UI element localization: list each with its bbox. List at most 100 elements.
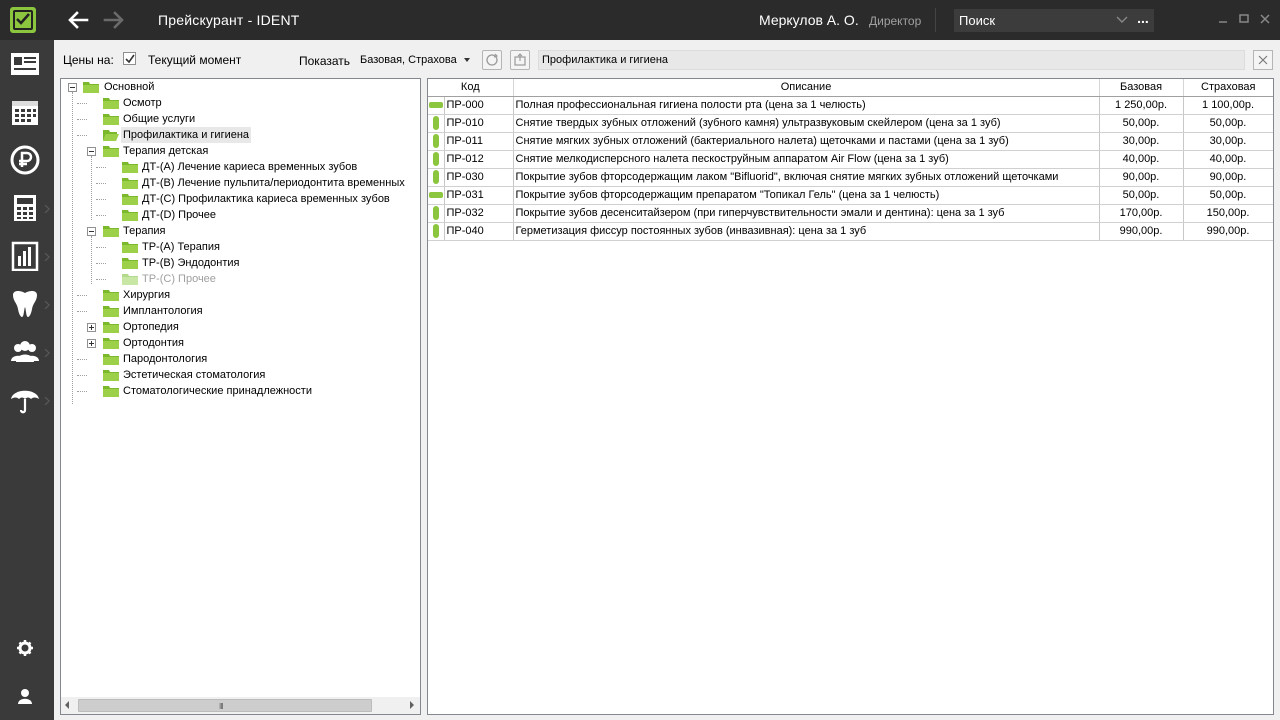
tree-item-orthodontics[interactable]: Ортодонтия [61, 335, 420, 351]
tree-item-dt-a[interactable]: ДТ-(А) Лечение кариеса временных зубов [61, 159, 420, 175]
folder-icon [103, 226, 119, 237]
ident-logo-icon[interactable] [10, 7, 36, 33]
collapse-icon[interactable] [87, 227, 96, 236]
tree-item-tr-a[interactable]: ТР-(А) Терапия [61, 239, 420, 255]
refresh-button[interactable] [482, 50, 502, 70]
close-icon[interactable] [1258, 12, 1272, 26]
tooth-icon [428, 168, 445, 187]
folder-icon [103, 114, 119, 125]
category-tree: Основной Осмотр Общие услуги Профилактик… [60, 78, 421, 715]
tooth-icon [428, 204, 445, 223]
sidebar-item-insurance[interactable] [0, 378, 54, 424]
scroll-thumb[interactable]: III [78, 699, 372, 712]
chevron-down-icon[interactable] [1115, 13, 1129, 27]
gear-icon [17, 640, 33, 656]
table-row[interactable]: ПР-030 Покрытие зубов фторсодержащим лак… [428, 168, 1273, 187]
sidebar-item-staff[interactable] [0, 330, 54, 376]
tooth-icon [428, 150, 445, 169]
table-row[interactable]: ПР-032 Покрытие зубов десенситайзером (п… [428, 204, 1273, 223]
title-bar: Прейскурант - IDENT Меркулов А. О. Дирек… [0, 0, 1280, 40]
tree-item-implantology[interactable]: Имплантология [61, 303, 420, 319]
current-moment-label[interactable]: Текущий момент [148, 53, 241, 67]
export-icon [514, 53, 526, 66]
tooth-icon [428, 114, 445, 133]
sidebar-item-patients[interactable] [0, 42, 54, 88]
column-header-insurance[interactable]: Страховая [1183, 79, 1273, 97]
tree-item-dt-b[interactable]: ДТ-(В) Лечение пульпита/периодонтита вре… [61, 175, 420, 191]
forward-arrow-icon[interactable] [102, 9, 126, 31]
table-header-row: Код Описание Базовая Страховая [428, 79, 1273, 97]
price-columns-select[interactable]: Базовая, Страхова [358, 52, 475, 69]
maximize-icon[interactable] [1237, 12, 1251, 26]
tree-item-prophylaxis[interactable]: Профилактика и гигиена [61, 127, 420, 143]
tree-item-label: Имплантология [123, 305, 203, 317]
tree-item-label: Общие услуги [123, 113, 196, 125]
collapse-icon[interactable] [68, 83, 77, 92]
tree-item-orthopedics[interactable]: Ортопедия [61, 319, 420, 335]
sidebar-item-account[interactable] [0, 680, 54, 712]
tree-item-dt-d[interactable]: ДТ-(D) Прочее [61, 207, 420, 223]
tree-item-aesthetic[interactable]: Эстетическая стоматология [61, 367, 420, 383]
row-base-price: 30,00р. [1099, 132, 1184, 151]
row-base-price: 1 250,00р. [1099, 96, 1184, 115]
minimize-icon[interactable] [1216, 12, 1230, 26]
tree-item-tr-c[interactable]: ТР-(С) Прочее [61, 271, 420, 287]
show-label: Показать [299, 54, 351, 68]
scroll-left-icon[interactable] [65, 701, 69, 709]
scroll-right-icon[interactable] [410, 701, 414, 709]
tree-item-kids-therapy[interactable]: Терапия детская [61, 143, 420, 159]
tree-item-general[interactable]: Общие услуги [61, 111, 420, 127]
column-header-description[interactable]: Описание [513, 79, 1100, 97]
tree-item-label: Ортодонтия [123, 337, 184, 349]
jaw-icon [428, 186, 445, 205]
sidebar-item-finance[interactable] [0, 138, 54, 184]
category-path-field[interactable]: Профилактика и гигиена [538, 50, 1245, 70]
row-insurance-price: 50,00р. [1183, 114, 1273, 133]
row-base-price: 50,00р. [1099, 114, 1184, 133]
clear-category-button[interactable] [1253, 50, 1273, 70]
table-row[interactable]: ПР-040 Герметизация фиссур постоянных зу… [428, 222, 1273, 241]
search-more-button[interactable]: ... [1132, 9, 1154, 32]
folder-icon [122, 194, 138, 205]
price-table: Код Описание Базовая Страховая ПР-000 По… [428, 79, 1273, 241]
sidebar-item-calculator[interactable] [0, 186, 54, 232]
table-row[interactable]: ПР-031 Покрытие зубов фторсодержащим пре… [428, 186, 1273, 205]
prices-on-label: Цены на: [63, 53, 114, 67]
current-moment-checkbox[interactable] [123, 52, 136, 65]
table-row[interactable]: ПР-012 Снятие мелкодисперсного налета пе… [428, 150, 1273, 169]
column-header-base[interactable]: Базовая [1099, 79, 1184, 97]
expand-icon[interactable] [87, 323, 96, 332]
sidebar-item-dental[interactable] [0, 282, 54, 328]
tree-item-main[interactable]: Основной [61, 79, 420, 95]
table-row[interactable]: ПР-010 Снятие твердых зубных отложений (… [428, 114, 1273, 133]
tree-item-periodontics[interactable]: Пародонтология [61, 351, 420, 367]
row-code: ПР-031 [444, 186, 514, 205]
users-icon [11, 341, 39, 362]
sidebar-item-settings[interactable] [0, 632, 54, 664]
row-insurance-price: 90,00р. [1183, 168, 1273, 187]
back-arrow-icon[interactable] [66, 9, 90, 31]
folder-icon [122, 210, 138, 221]
tree-item-surgery[interactable]: Хирургия [61, 287, 420, 303]
tree-item-therapy[interactable]: Терапия [61, 223, 420, 239]
collapse-icon[interactable] [87, 147, 96, 156]
main-panel: Цены на: Текущий момент Показать Базовая… [54, 40, 1280, 720]
tree-item-tr-b[interactable]: ТР-(В) Эндодонтия [61, 255, 420, 271]
tooth-icon [13, 290, 37, 317]
dropdown-arrow-icon[interactable] [464, 58, 470, 62]
table-row[interactable]: ПР-000 Полная профессиональная гигиена п… [428, 96, 1273, 115]
tree-item-exam[interactable]: Осмотр [61, 95, 420, 111]
tree-horizontal-scrollbar[interactable]: III [61, 697, 420, 714]
sidebar-item-reports[interactable] [0, 234, 54, 280]
export-button[interactable] [510, 50, 530, 70]
tree-item-dt-c[interactable]: ДТ-(С) Профилактика кариеса временных зу… [61, 191, 420, 207]
search-input[interactable]: Поиск [954, 9, 1132, 32]
table-row[interactable]: ПР-011 Снятие мягких зубных отложений (б… [428, 132, 1273, 151]
tree-item-supplies[interactable]: Стоматологические принадлежности [61, 383, 420, 399]
column-header-code[interactable]: Код [428, 79, 514, 97]
tree-item-label: Терапия детская [123, 145, 209, 157]
user-name[interactable]: Меркулов А. О. [759, 12, 859, 28]
expand-icon[interactable] [87, 339, 96, 348]
folder-open-icon [103, 130, 119, 141]
sidebar-item-schedule[interactable] [0, 90, 54, 136]
